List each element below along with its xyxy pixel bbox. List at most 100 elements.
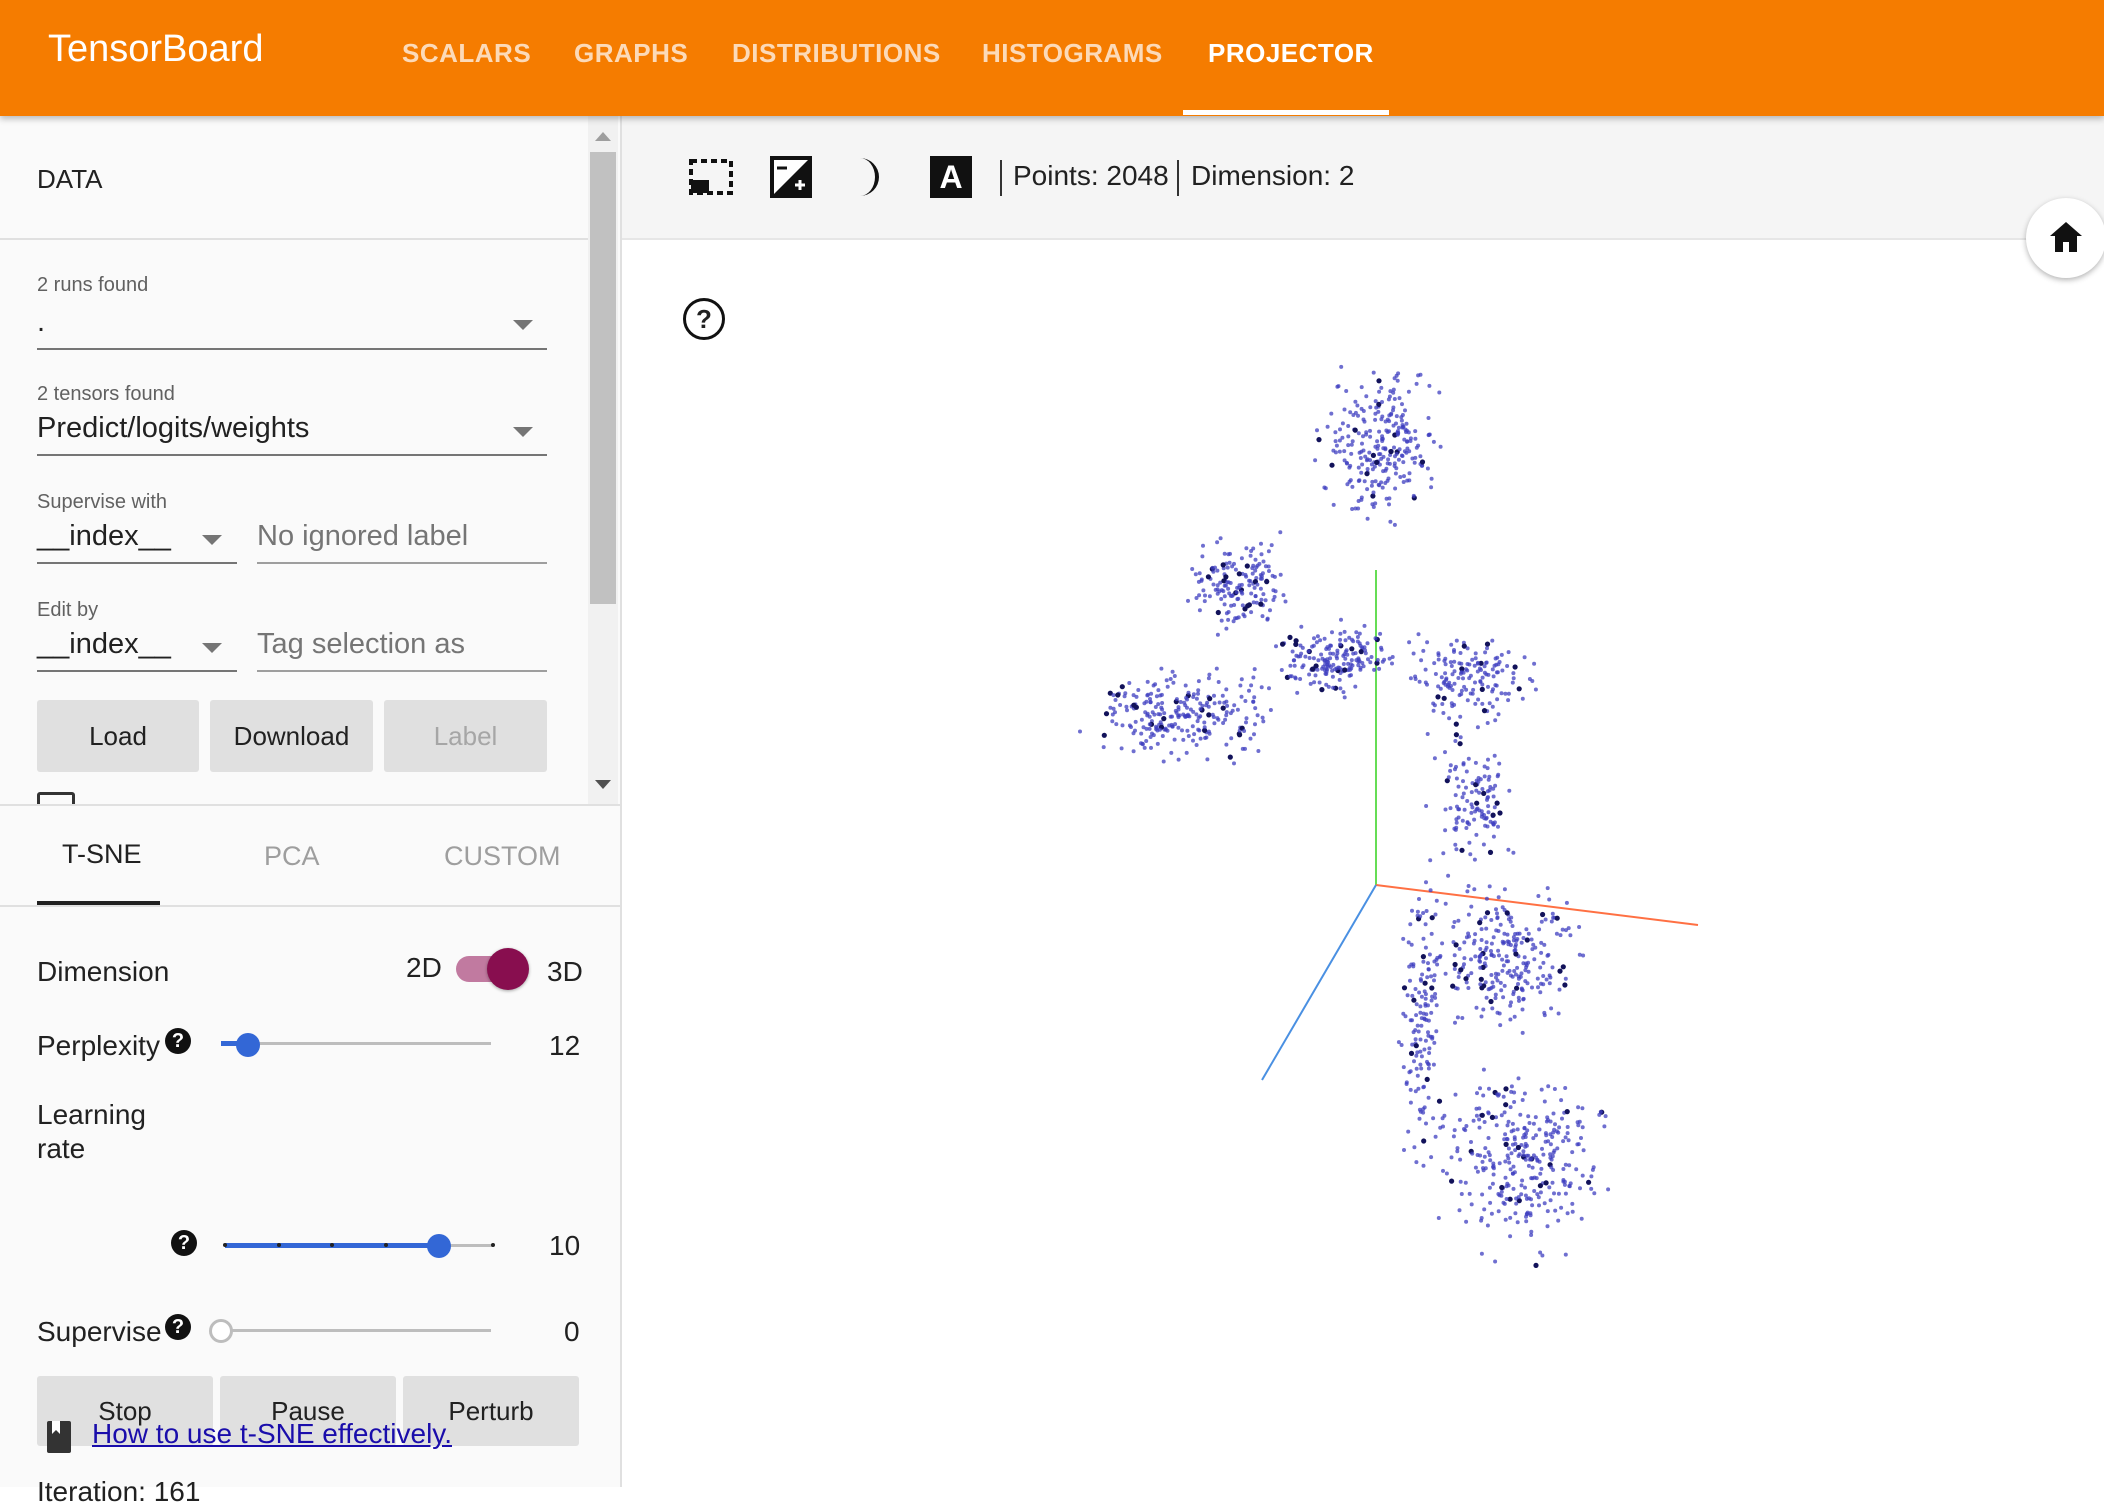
embedding-point [1156,688,1161,693]
embedding-point [1210,712,1215,717]
embedding-point [1452,659,1457,664]
embedding-point [1400,402,1404,407]
embedding-point [1478,1086,1482,1091]
embedding-point [1118,703,1123,707]
moon-icon[interactable] [852,156,888,198]
embedding-point [1549,919,1554,924]
embedding-point [1540,1146,1544,1151]
embedding-point [1606,1187,1611,1192]
nav-tab-projector[interactable]: PROJECTOR [1208,38,1374,69]
separator [1000,160,1002,196]
embedding-point [1250,571,1255,576]
embedding-point [1364,471,1370,477]
embedding-point [1554,915,1560,921]
label-button[interactable]: Label [384,700,547,772]
embedding-point [1386,476,1391,481]
embedding-point [1533,945,1538,950]
embedding-point [1160,701,1165,705]
embedding-point [1473,680,1477,685]
embedding-point [1358,643,1363,648]
nav-tab-graphs[interactable]: GRAPHS [574,38,688,69]
embedding-point [1456,784,1461,789]
embedding-visualization[interactable] [622,240,2104,1487]
load-button[interactable]: Load [37,700,199,772]
embedding-point [1477,1106,1482,1111]
select-region-icon[interactable] [688,158,734,196]
embedding-point [1537,927,1542,932]
embedding-point [1410,993,1415,998]
embedding-point [1503,1217,1508,1222]
download-button[interactable]: Download [210,700,373,772]
embedding-point [1505,1123,1510,1128]
embedding-point [1511,671,1516,676]
embedding-point [1557,987,1562,992]
slider-knob[interactable] [427,1234,452,1258]
embedding-point [1129,725,1133,729]
embedding-point [1463,1180,1468,1185]
embedding-point [1244,574,1249,579]
embedding-point [1227,754,1233,760]
embedding-point [1529,937,1534,942]
embedding-point [1570,1150,1575,1155]
embedding-point [1483,1146,1488,1151]
nav-tab-distributions[interactable]: DISTRIBUTIONS [732,38,941,69]
embedding-point [1505,664,1510,668]
embedding-point [1475,725,1480,730]
embedding-point [1462,684,1467,689]
nav-tab-scalars[interactable]: SCALARS [402,38,531,69]
embedding-point [1376,443,1381,448]
embedding-point [1349,658,1354,663]
embedding-point [1452,953,1457,958]
embedding-point [1338,427,1342,432]
embedding-point [1202,725,1207,730]
embedding-point [1201,543,1205,548]
slider-tick [276,1243,281,1247]
scroll-down-arrow-icon[interactable] [595,780,611,789]
embedding-point [1240,603,1245,608]
help-icon[interactable]: ? [171,1230,197,1256]
embedding-point [1344,389,1349,393]
embedding-point [1579,1216,1584,1221]
embedding-point [1154,694,1159,699]
embedding-point [1462,956,1467,961]
embedding-point [1165,684,1170,689]
embedding-point [1511,1186,1516,1191]
embedding-point [1334,666,1339,671]
tab-tsne[interactable]: T-SNE [62,839,142,870]
embedding-point [1312,636,1316,641]
embedding-point [1401,936,1406,941]
embedding-point [1315,634,1320,639]
embedding-point [1216,717,1221,722]
tsne-help-link[interactable]: How to use t-SNE effectively. [92,1418,452,1450]
embedding-point [1578,1186,1582,1191]
slider-knob[interactable] [209,1319,233,1343]
embedding-point [1494,907,1498,912]
embedding-point [1489,949,1493,953]
embedding-point [1232,761,1236,766]
embedding-point [1343,638,1348,643]
embedding-point [1307,672,1312,677]
tab-pca[interactable]: PCA [264,841,320,872]
embedding-point [1377,452,1382,457]
help-icon[interactable]: ? [165,1028,191,1054]
slider-knob[interactable] [236,1033,260,1057]
night-mode-icon[interactable] [770,156,812,198]
embedding-point [1405,439,1409,444]
embedding-point [1197,593,1202,598]
embedding-point [1429,974,1433,979]
embedding-point [1375,658,1380,662]
embedding-point [1423,945,1428,950]
embedding-point [1513,1211,1518,1216]
embedding-point [1429,476,1434,481]
checkbox[interactable] [37,792,75,804]
embedding-point [1164,678,1169,683]
scrollbar-thumb[interactable] [590,152,616,604]
embedding-point [1320,656,1325,661]
labels-icon[interactable]: A [930,156,972,198]
scroll-up-arrow-icon[interactable] [595,132,611,141]
embedding-point [1405,993,1410,998]
nav-tab-histograms[interactable]: HISTOGRAMS [982,38,1163,69]
help-icon[interactable]: ? [165,1314,191,1340]
tab-custom[interactable]: CUSTOM [444,841,561,872]
embedding-point [1155,741,1160,746]
